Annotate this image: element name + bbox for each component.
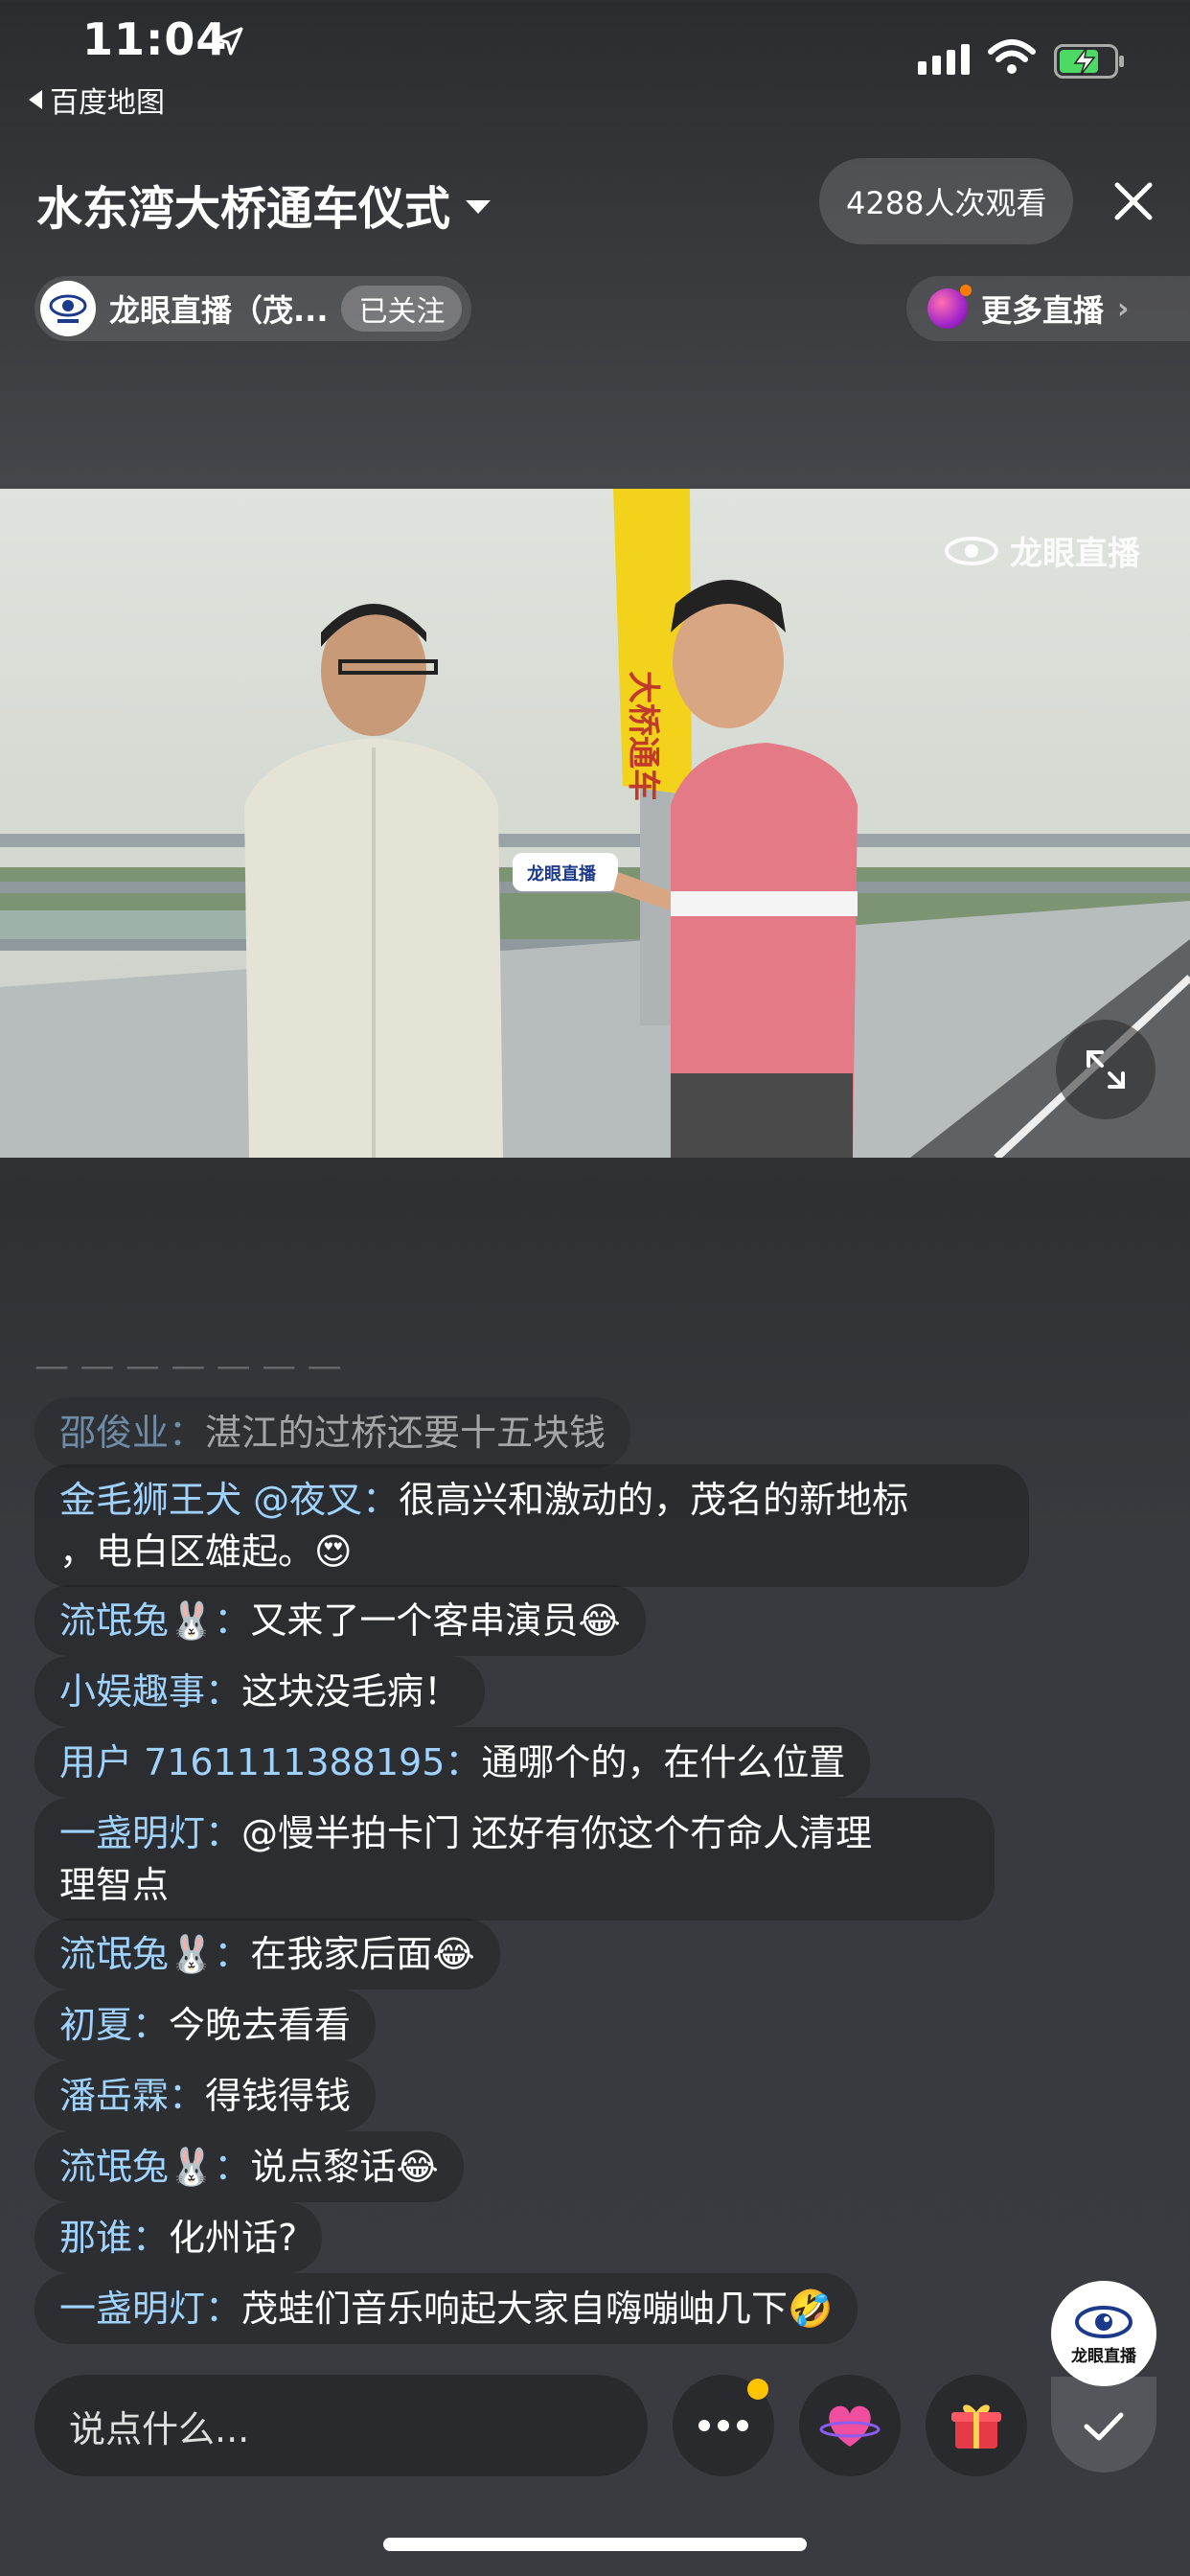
close-icon[interactable]	[1110, 177, 1157, 225]
streamer-avatar[interactable]: 龙眼直播	[1051, 2281, 1156, 2386]
expand-icon	[1087, 1050, 1125, 1089]
eye-logo-icon	[1075, 2305, 1133, 2338]
location-arrow-icon	[215, 27, 243, 56]
chat-message: 邵俊业：湛江的过桥还要十五块钱	[34, 1397, 631, 1468]
watermark-label: 龙眼直播	[1010, 535, 1140, 573]
faded-chat-line: — — — — — — —	[34, 1346, 342, 1386]
eye-watermark-icon	[945, 536, 998, 565]
chat-message: 流氓兔🐰：在我家后面😂	[34, 1919, 500, 1990]
live-title: 水东湾大桥通车仪式	[36, 182, 451, 236]
chat-text-continued: ，电白区雄起。😍	[59, 1530, 353, 1573]
back-to-app-link[interactable]: 百度地图	[29, 79, 165, 121]
comment-input[interactable]: 说点什么...	[34, 2375, 648, 2476]
status-time: 11:04	[82, 13, 228, 65]
chat-message: 用户 7161111388195：通哪个的，在什么位置	[34, 1727, 871, 1798]
chat-nickname[interactable]: 小娱趣事：	[59, 1670, 241, 1713]
chat-text: 湛江的过桥还要十五块钱	[205, 1412, 606, 1454]
gift-icon	[951, 2404, 1001, 2449]
viewer-count-badge: 4288人次观看	[819, 158, 1074, 244]
chat-message: 那谁：化州话?	[34, 2202, 323, 2273]
channel-name: 龙眼直播（茂...	[109, 292, 329, 329]
chat-message: 金毛狮王犬 @夜叉：很高兴和激动的，茂名的新地标 ，电白区雄起。😍	[34, 1464, 1029, 1587]
svg-text:龙眼直播: 龙眼直播	[527, 863, 597, 885]
chat-nickname[interactable]: 流氓兔🐰：	[59, 1599, 250, 1642]
chat-nickname[interactable]: 一盏明灯：	[59, 2288, 241, 2330]
chat-text-continued: 理智点	[59, 1864, 170, 1906]
svg-text:大桥通车: 大桥通车	[624, 671, 662, 801]
chevron-right-icon: ›	[1117, 291, 1130, 326]
fullscreen-button[interactable]	[1056, 1020, 1156, 1119]
chat-text: 在我家后面😂	[250, 1933, 475, 1975]
chat-nickname[interactable]: 邵俊业：	[59, 1412, 205, 1454]
battery-charging-icon	[1054, 44, 1124, 79]
heart-planet-icon	[819, 2405, 881, 2447]
back-app-label: 百度地图	[50, 86, 165, 120]
chat-nickname[interactable]: 用户 7161111388195：	[59, 1741, 481, 1783]
chat-text: 通哪个的，在什么位置	[481, 1741, 846, 1783]
chat-nickname[interactable]: 一盏明灯：	[59, 1812, 241, 1854]
chat-message: 一盏明灯：@慢半拍卡门 还好有你这个冇命人清理 理智点	[34, 1798, 995, 1920]
chat-text: 说点黎话😂	[250, 2146, 439, 2188]
checkmark-icon	[1084, 2412, 1124, 2441]
chat-message: 初夏：今晚去看看	[34, 1990, 377, 2060]
home-indicator	[383, 2538, 807, 2551]
chat-message: 流氓兔🐰：说点黎话😂	[34, 2131, 464, 2202]
chat-nickname[interactable]: 潘岳霖：	[59, 2075, 205, 2117]
cellular-signal-icon	[918, 44, 970, 75]
streamer-avatar-label: 龙眼直播	[1071, 2346, 1136, 2366]
more-options-button[interactable]	[673, 2375, 774, 2476]
more-live-button[interactable]: 更多直播 ›	[906, 276, 1190, 341]
chat-text: 茂蛙们音乐响起大家自嗨嘣岫几下🤣	[241, 2288, 834, 2330]
video-watermark: 龙眼直播	[943, 527, 1140, 574]
chat-text: 很高兴和激动的，茂名的新地标	[399, 1479, 909, 1521]
notification-dot	[747, 2379, 768, 2400]
follow-button[interactable]: 已关注	[341, 286, 463, 332]
chat-message: 一盏明灯：茂蛙们音乐响起大家自嗨嘣岫几下🤣	[34, 2273, 858, 2344]
chat-nickname[interactable]: 流氓兔🐰：	[59, 1933, 250, 1975]
dot	[737, 2420, 748, 2431]
chat-message: 流氓兔🐰：又来了一个客串演员😂	[34, 1585, 646, 1656]
back-triangle-icon	[29, 90, 42, 109]
chat-text: 又来了一个客串演员😂	[250, 1599, 621, 1642]
chat-nickname[interactable]: 流氓兔🐰：	[59, 2146, 250, 2188]
chat-message: 小娱趣事：这块没毛病！	[34, 1656, 486, 1727]
chat-nickname[interactable]: 初夏：	[59, 2004, 169, 2046]
planet-icon	[927, 285, 972, 329]
chat-nickname[interactable]: 那谁：	[59, 2217, 169, 2259]
live-video-player[interactable]: 大桥通车 龙眼直播 龙眼直播	[0, 489, 1190, 1158]
dot	[718, 2420, 729, 2431]
live-title-dropdown[interactable]: 水东湾大桥通车仪式	[36, 171, 492, 238]
chat-text: @慢半拍卡门 还好有你这个冇命人清理	[241, 1812, 873, 1854]
caret-down-icon	[466, 200, 492, 214]
more-live-label: 更多直播	[981, 292, 1105, 329]
chat-text: 化州话?	[169, 2217, 298, 2259]
like-button[interactable]	[799, 2375, 901, 2476]
chat-text: 这块没毛病！	[241, 1670, 461, 1713]
dot	[698, 2420, 710, 2431]
eye-logo-icon	[49, 294, 87, 323]
video-frame: 大桥通车 龙眼直播	[0, 489, 1190, 1158]
channel-info[interactable]: 龙眼直播（茂... 已关注	[34, 276, 472, 341]
wifi-icon	[988, 39, 1036, 74]
channel-avatar	[40, 281, 96, 336]
gift-button[interactable]	[926, 2375, 1027, 2476]
chat-message: 潘岳霖：得钱得钱	[34, 2060, 377, 2131]
chat-text: 得钱得钱	[205, 2075, 352, 2117]
chat-nickname[interactable]: 金毛狮王犬 @夜叉：	[59, 1479, 399, 1521]
collapse-chat-button[interactable]	[1051, 2377, 1156, 2472]
chat-text: 今晚去看看	[169, 2004, 352, 2046]
